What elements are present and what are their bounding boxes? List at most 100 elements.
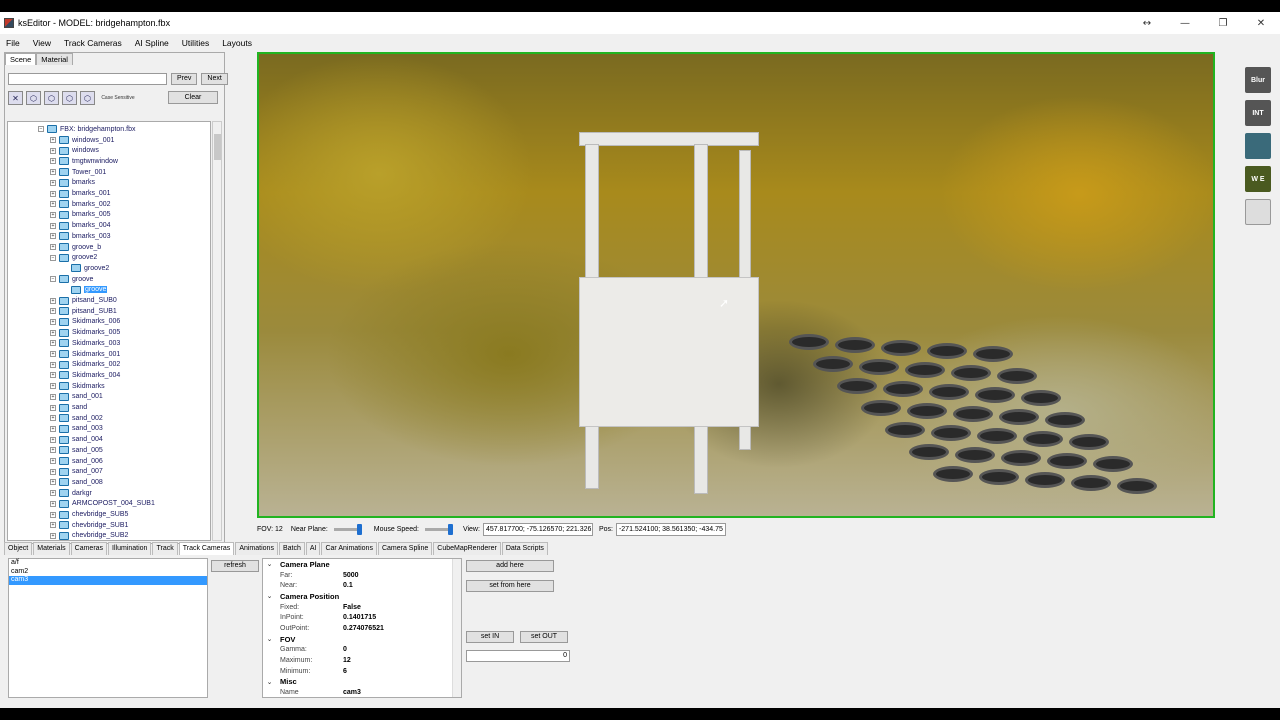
expand-toggle-icon[interactable]: + bbox=[50, 404, 56, 411]
tab-batch[interactable]: Batch bbox=[278, 542, 305, 555]
menu-track-cameras[interactable]: Track Cameras bbox=[64, 38, 122, 48]
expand-toggle-icon[interactable]: + bbox=[50, 500, 56, 507]
expand-toggle-icon[interactable]: − bbox=[50, 276, 56, 283]
tree-node[interactable]: + darkgr bbox=[50, 488, 92, 499]
tab-cubemaprenderer[interactable]: CubeMapRenderer bbox=[433, 542, 501, 555]
property-value[interactable]: 0.1 bbox=[343, 582, 353, 589]
minimize-button[interactable]: — bbox=[1166, 12, 1204, 34]
tree-node[interactable]: + chevbridge_SUB5 bbox=[50, 509, 128, 520]
expand-toggle-icon[interactable]: − bbox=[50, 254, 56, 261]
tree-node[interactable]: + sand_008 bbox=[50, 477, 103, 488]
cube-filter-icon[interactable]: ⬡ bbox=[80, 91, 95, 105]
expand-toggle-icon[interactable]: + bbox=[50, 458, 56, 465]
tab-car-animations[interactable]: Car Animations bbox=[321, 542, 377, 555]
expand-toggle-icon[interactable]: + bbox=[50, 468, 56, 475]
expand-toggle-icon[interactable]: + bbox=[50, 351, 56, 358]
tree-node[interactable]: + sand_004 bbox=[50, 434, 103, 445]
grid-icon[interactable] bbox=[1245, 199, 1271, 225]
expand-toggle-icon[interactable]: + bbox=[50, 318, 56, 325]
resize-icon[interactable]: ↔ bbox=[1128, 12, 1166, 34]
tree-node[interactable]: groove2 bbox=[62, 263, 109, 274]
close-button[interactable]: ✕ bbox=[1242, 12, 1280, 34]
set-out-button[interactable]: set OUT bbox=[520, 631, 568, 643]
scene-tree-scrollbar[interactable] bbox=[212, 121, 222, 541]
search-input[interactable] bbox=[8, 73, 167, 85]
tree-node[interactable]: + Tower_001 bbox=[50, 167, 106, 178]
tree-node[interactable]: + Skidmarks_004 bbox=[50, 370, 120, 381]
expand-toggle-icon[interactable]: + bbox=[50, 190, 56, 197]
expand-toggle-icon[interactable]: + bbox=[50, 211, 56, 218]
expand-toggle-icon[interactable]: + bbox=[50, 532, 56, 539]
scrollbar-thumb[interactable] bbox=[214, 134, 221, 160]
expand-toggle-icon[interactable]: + bbox=[50, 329, 56, 336]
property-value[interactable]: 0.1401715 bbox=[343, 614, 376, 621]
tree-node[interactable]: − groove2 bbox=[50, 252, 97, 263]
tree-node[interactable]: + bmarks bbox=[50, 178, 95, 189]
expand-toggle-icon[interactable]: + bbox=[50, 361, 56, 368]
property-category[interactable]: ⌄ Camera Plane bbox=[263, 559, 453, 570]
set-from-here-button[interactable]: set from here bbox=[466, 580, 554, 592]
tree-node[interactable]: + sand_007 bbox=[50, 466, 103, 477]
property-grid[interactable]: ⌄ Camera Plane Far: 5000 Near: 0.1 ⌄ Camera Pos… bbox=[262, 558, 462, 698]
tree-node[interactable]: + sand_006 bbox=[50, 456, 103, 467]
expand-toggle-icon[interactable]: + bbox=[50, 297, 56, 304]
tab-object[interactable]: Object bbox=[4, 542, 33, 555]
tree-node[interactable]: + bmarks_002 bbox=[50, 199, 111, 210]
number-field[interactable]: 0 bbox=[466, 650, 570, 662]
property-value[interactable]: False bbox=[343, 604, 361, 611]
tree-node[interactable]: + Skidmarks_001 bbox=[50, 349, 120, 360]
tree-node[interactable]: + bmarks_005 bbox=[50, 210, 111, 221]
tab-materials[interactable]: Materials bbox=[33, 542, 70, 555]
pos-field[interactable]: -271.524100; 38.561350; -434.75 bbox=[615, 522, 726, 536]
expand-toggle-icon[interactable]: + bbox=[50, 425, 56, 432]
tree-node[interactable]: + chevbridge_SUB1 bbox=[50, 520, 128, 531]
tree-node[interactable]: + bmarks_001 bbox=[50, 188, 111, 199]
tree-node[interactable]: + bmarks_003 bbox=[50, 231, 111, 242]
tab-data-scripts[interactable]: Data Scripts bbox=[501, 542, 548, 555]
int-icon[interactable]: INT bbox=[1245, 100, 1271, 126]
expand-toggle-icon[interactable]: + bbox=[50, 147, 56, 154]
property-value[interactable]: cam3 bbox=[343, 689, 361, 696]
collapse-icon[interactable]: ⌄ bbox=[265, 635, 274, 643]
tab-animations[interactable]: Animations bbox=[235, 542, 278, 555]
property-category[interactable]: ⌄ Misc bbox=[263, 677, 453, 688]
add-here-button[interactable]: add here bbox=[466, 560, 554, 572]
menu-ai-spline[interactable]: AI Spline bbox=[135, 38, 169, 48]
maximize-button[interactable]: ❐ bbox=[1204, 12, 1242, 34]
tree-node[interactable]: + pitsand_SUB0 bbox=[50, 295, 117, 306]
expand-toggle-icon[interactable]: − bbox=[38, 126, 44, 133]
property-value[interactable]: 0.274076521 bbox=[343, 625, 384, 632]
property-row[interactable]: Gamma: 0 bbox=[263, 645, 453, 656]
collapse-icon[interactable]: ⌄ bbox=[265, 560, 274, 568]
3d-viewport[interactable]: ➚ bbox=[257, 52, 1215, 518]
expand-toggle-icon[interactable]: + bbox=[50, 244, 56, 251]
tree-node[interactable]: + windows bbox=[50, 145, 99, 156]
tab-material[interactable]: Material bbox=[36, 53, 73, 65]
tree-node[interactable]: + sand bbox=[50, 402, 87, 413]
expand-toggle-icon[interactable]: + bbox=[50, 340, 56, 347]
property-row[interactable]: Fixed: False bbox=[263, 602, 453, 613]
property-row[interactable]: Minimum: 6 bbox=[263, 666, 453, 677]
expand-toggle-icon[interactable]: + bbox=[50, 308, 56, 315]
camera-list-item[interactable]: cam3 bbox=[9, 576, 207, 585]
expand-toggle-icon[interactable]: + bbox=[50, 233, 56, 240]
camera-list[interactable]: a/f cam2 cam3 bbox=[8, 558, 208, 698]
expand-toggle-icon[interactable]: + bbox=[50, 479, 56, 486]
tab-cameras[interactable]: Cameras bbox=[70, 542, 108, 555]
property-value[interactable]: 6 bbox=[343, 668, 347, 675]
tab-track[interactable]: Track bbox=[152, 542, 178, 555]
camera-list-item[interactable]: a/f bbox=[9, 559, 207, 568]
wind-icon[interactable]: W E bbox=[1245, 166, 1271, 192]
view-field[interactable]: 457.817700; -75.126570; 221.326 bbox=[482, 522, 593, 536]
expand-toggle-icon[interactable]: + bbox=[50, 447, 56, 454]
menu-view[interactable]: View bbox=[33, 38, 51, 48]
tree-node[interactable]: + Skidmarks_002 bbox=[50, 359, 120, 370]
expand-toggle-icon[interactable]: + bbox=[50, 158, 56, 165]
expand-toggle-icon[interactable]: + bbox=[50, 169, 56, 176]
tree-node[interactable]: + Skidmarks_006 bbox=[50, 317, 120, 328]
collapse-all-icon[interactable]: ✕ bbox=[8, 91, 23, 105]
cube-outline-icon[interactable]: ⬡ bbox=[44, 91, 59, 105]
tree-node[interactable]: + tmgtwnwindow bbox=[50, 156, 118, 167]
tab-scene[interactable]: Scene bbox=[5, 53, 37, 65]
tree-node[interactable]: + sand_005 bbox=[50, 445, 103, 456]
